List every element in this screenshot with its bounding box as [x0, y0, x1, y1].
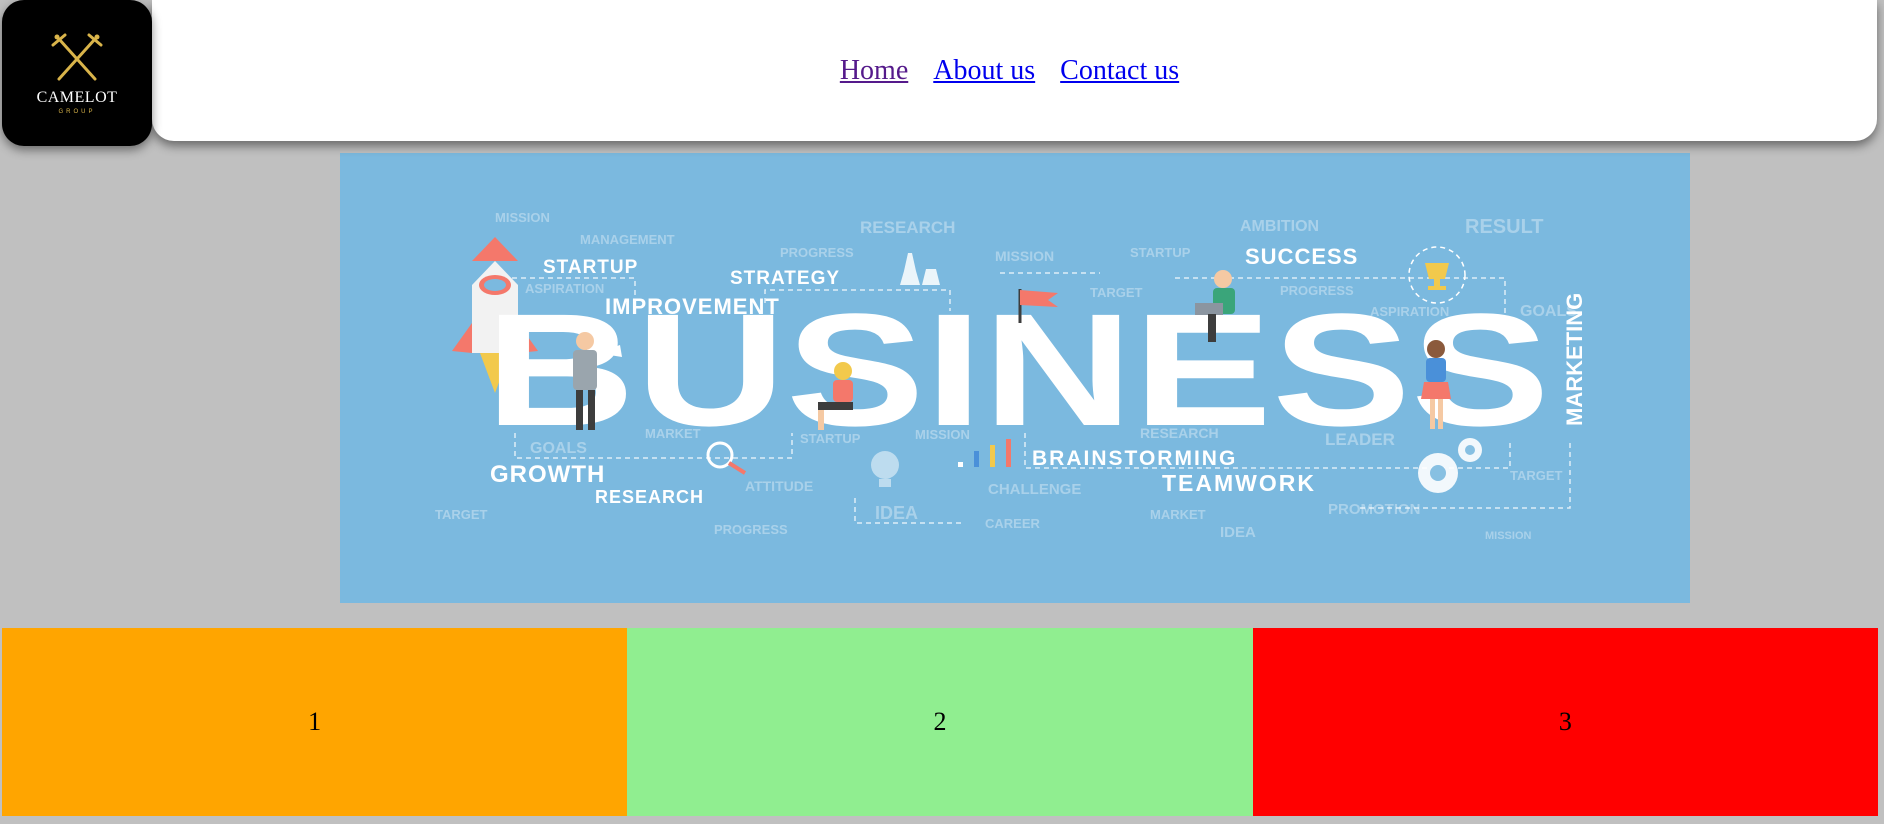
word-success: SUCCESS: [1245, 244, 1358, 269]
box-label: 3: [1558, 707, 1572, 736]
faint-word: PROGRESS: [714, 522, 788, 537]
word-growth: GROWTH: [490, 461, 605, 488]
word-teamwork: TEAMWORK: [1162, 470, 1316, 496]
hero-image: MISSION MANAGEMENT RESEARCH PROGRESS AMB…: [340, 153, 1690, 603]
word-research: RESEARCH: [595, 487, 704, 507]
faint-word: AMBITION: [1240, 218, 1319, 235]
box-2: 2: [627, 628, 1253, 816]
faint-word: MISSION: [1485, 530, 1532, 542]
faint-word: RESULT: [1465, 216, 1544, 238]
faint-word: TARGET: [435, 507, 488, 522]
nav-link-contact[interactable]: Contact us: [1060, 55, 1179, 87]
faint-word: CHALLENGE: [988, 481, 1081, 498]
faint-word: TARGET: [1510, 468, 1563, 483]
faint-word: ATTITUDE: [745, 478, 813, 494]
numbered-boxes: 1 2 3: [2, 628, 1878, 816]
faint-word: MISSION: [495, 210, 550, 225]
faint-word: MANAGEMENT: [580, 232, 675, 247]
box-1: 1: [2, 628, 628, 816]
crossed-swords-icon: [51, 33, 103, 81]
faint-word: IDEA: [875, 503, 918, 523]
faint-word: RESEARCH: [860, 218, 955, 237]
box-label: 2: [933, 707, 947, 736]
hero-headline: BUSINESS: [485, 280, 1550, 459]
faint-word: IDEA: [1220, 524, 1256, 541]
box-label: 1: [308, 707, 322, 736]
box-3: 3: [1252, 628, 1878, 816]
nav-links: Home About us Contact us: [840, 55, 1179, 87]
nav-link-about[interactable]: About us: [933, 55, 1035, 87]
hero-side-word: MARKETING: [1562, 293, 1587, 426]
logo-subtitle: GROUP: [58, 109, 96, 115]
faint-word: PROGRESS: [780, 245, 854, 260]
logo-name: CAMELOT: [36, 89, 118, 106]
faint-word: STARTUP: [1130, 245, 1191, 260]
navbar: Home About us Contact us: [152, 0, 1877, 141]
faint-word: CAREER: [985, 516, 1041, 531]
nav-link-home[interactable]: Home: [840, 55, 908, 87]
logo[interactable]: CAMELOT GROUP: [2, 0, 152, 146]
faint-word: MARKET: [1150, 507, 1206, 522]
faint-word: PROMOTION: [1328, 501, 1421, 518]
faint-word: MISSION: [995, 248, 1054, 264]
word-startup: STARTUP: [543, 257, 638, 278]
